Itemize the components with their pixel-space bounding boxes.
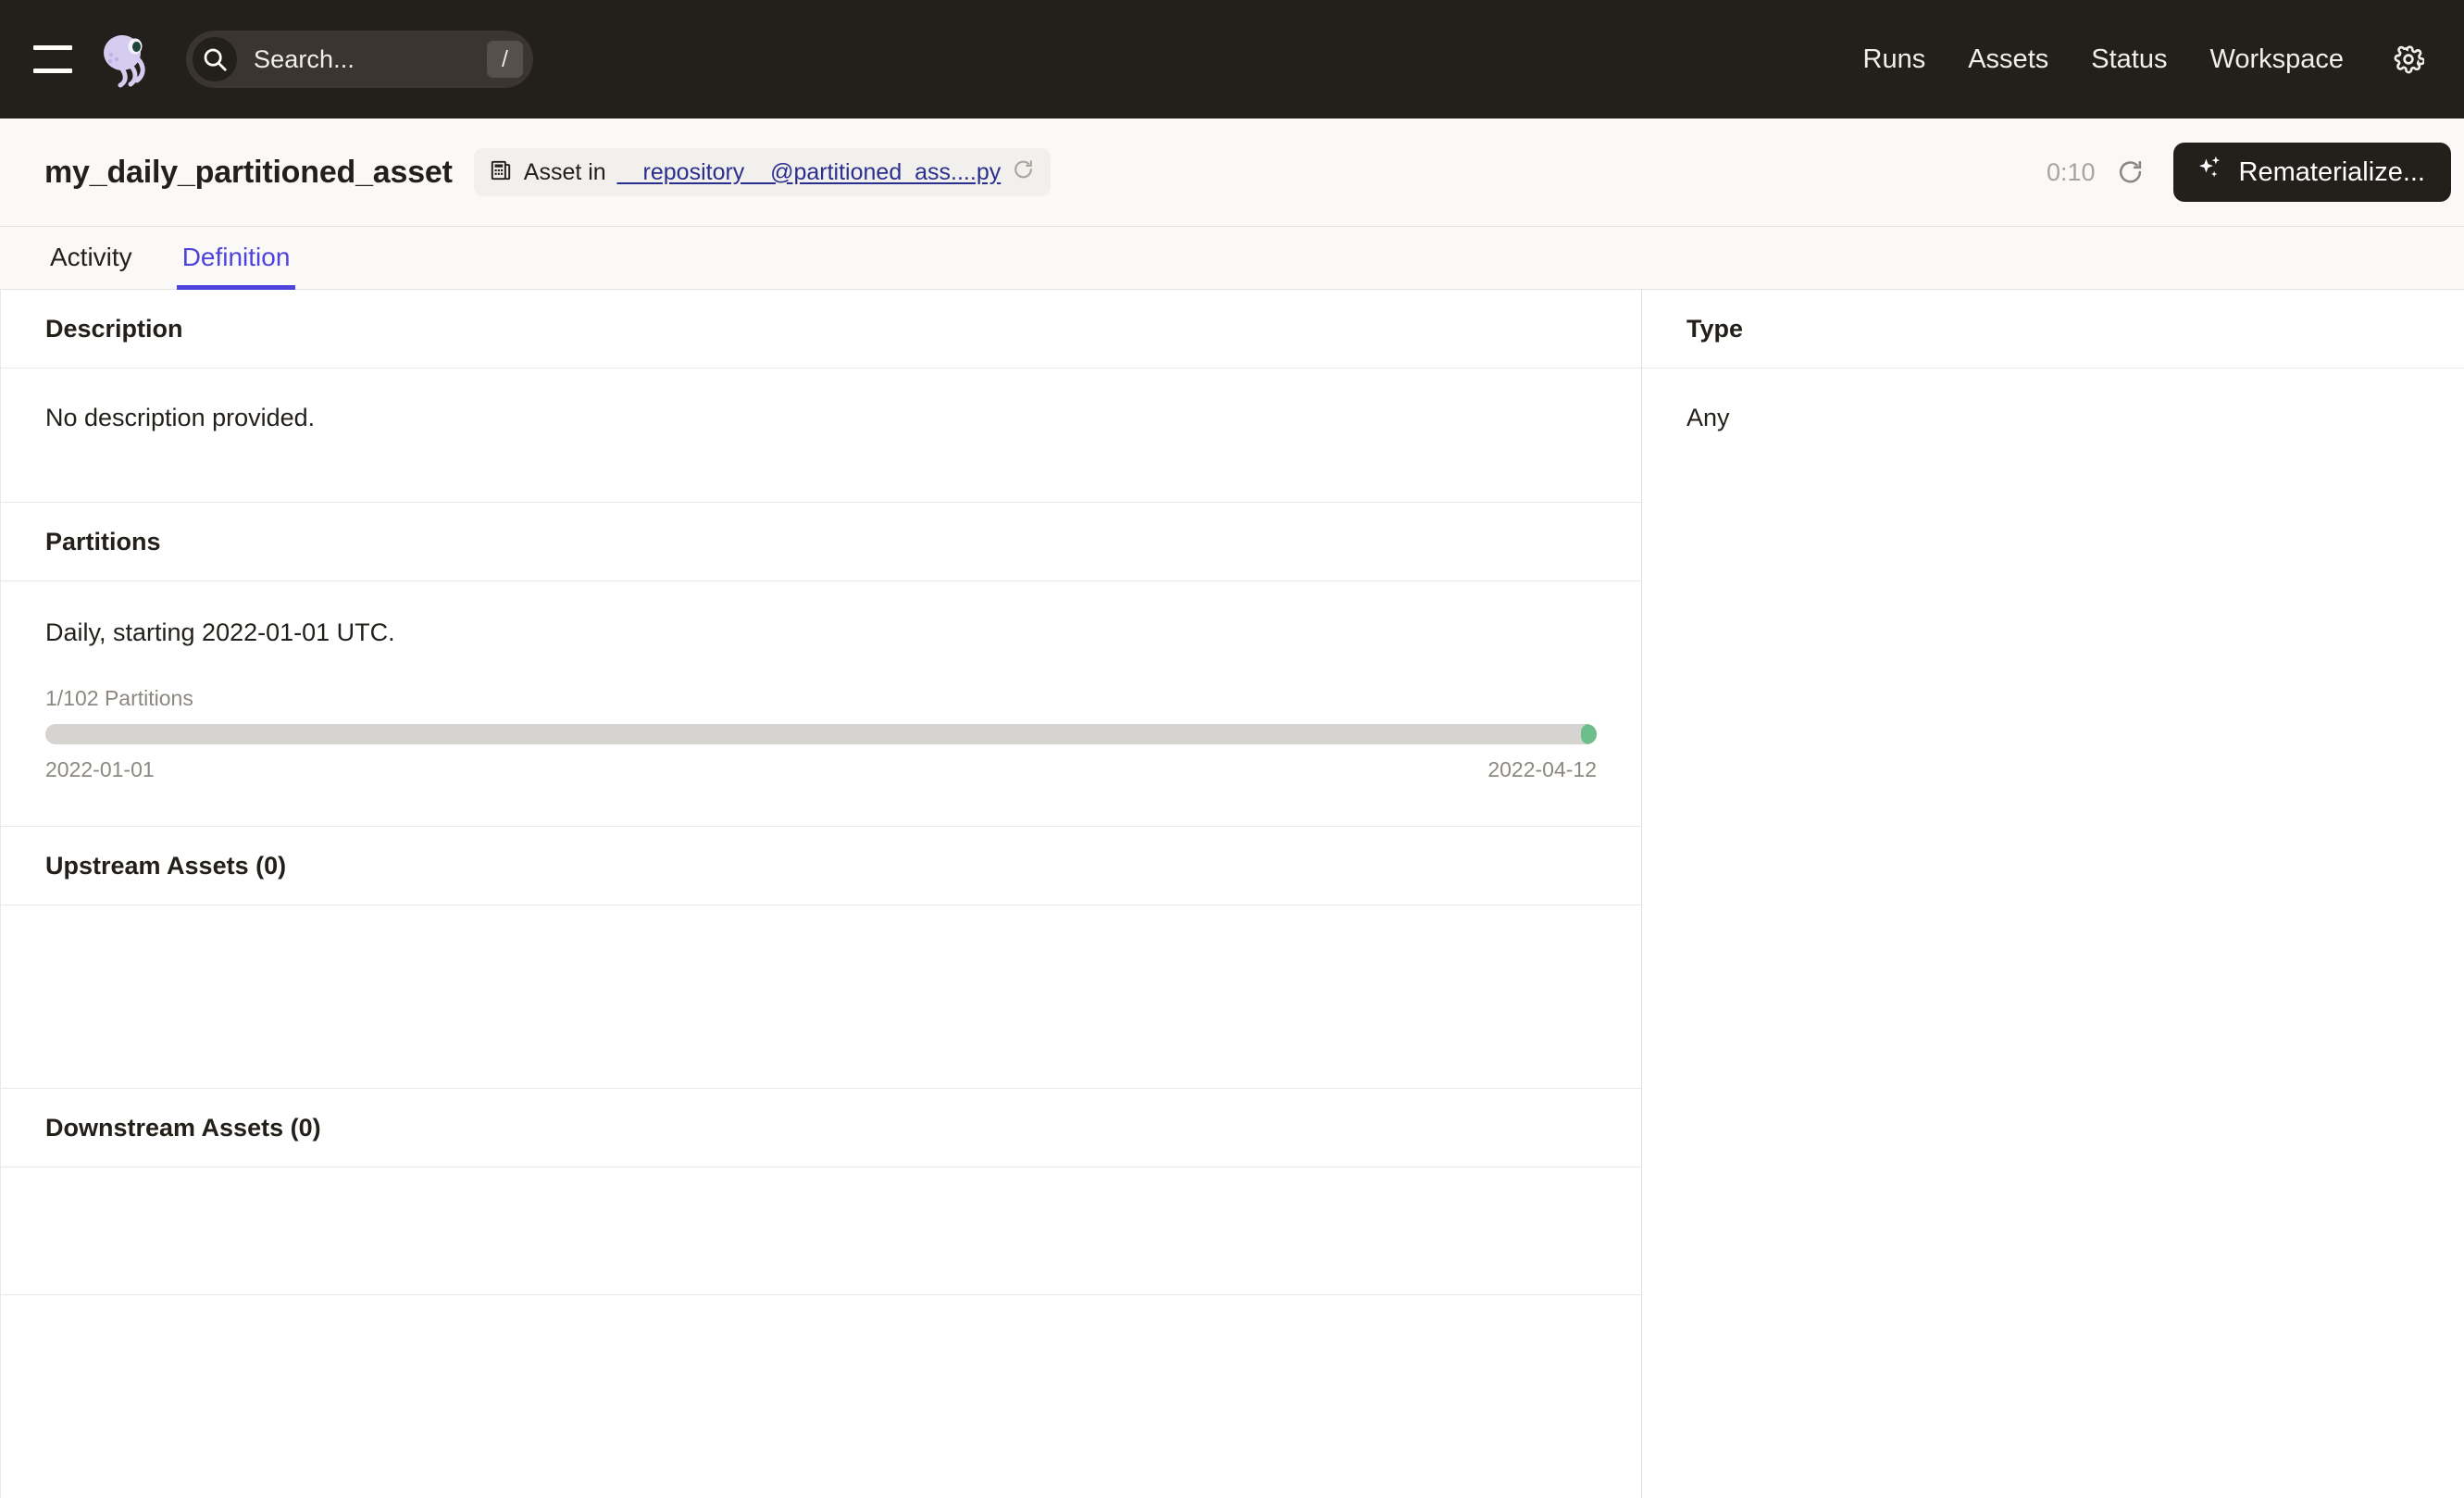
search-icon [193, 37, 237, 81]
search-input[interactable]: Search... [237, 45, 487, 74]
upstream-assets-heading: Upstream Assets (0) [45, 852, 286, 880]
partitions-section-header: Partitions [1, 503, 1641, 581]
asset-grid-icon [489, 158, 513, 187]
partitions-progress-bar[interactable] [45, 724, 1597, 744]
asset-chip-prefix: Asset in [524, 159, 606, 186]
top-navigation-bar: Search... / Runs Assets Status Workspace [0, 0, 2464, 119]
type-value: Any [1686, 404, 2464, 432]
partitions-schedule-text: Daily, starting 2022-01-01 UTC. [45, 618, 1597, 647]
definition-content: Description No description provided. Par… [0, 290, 2464, 1498]
downstream-assets-section-header: Downstream Assets (0) [1, 1089, 1641, 1167]
partitions-heading: Partitions [45, 528, 161, 556]
definition-sidebar-column: Type Any [1642, 290, 2464, 1498]
rematerialize-button-label: Rematerialize... [2239, 157, 2425, 188]
top-nav-links: Runs Assets Status Workspace [1842, 39, 2429, 80]
page-header-actions: 0:10 Rematerialize... [2047, 143, 2451, 202]
rematerialize-button[interactable]: Rematerialize... [2173, 143, 2451, 202]
asset-chip-repository-link[interactable]: __repository__@partitioned_ass....py [617, 159, 1002, 186]
upstream-assets-section-body [1, 905, 1641, 1089]
hamburger-bar [33, 69, 72, 73]
asset-repository-chip[interactable]: Asset in __repository__@partitioned_ass.… [474, 148, 1051, 196]
upstream-assets-section-header: Upstream Assets (0) [1, 827, 1641, 905]
nav-link-runs[interactable]: Runs [1842, 44, 1948, 75]
page-refresh-icon[interactable] [2112, 154, 2149, 191]
nav-link-assets[interactable]: Assets [1947, 44, 2070, 75]
partitions-section-body: Daily, starting 2022-01-01 UTC. 1/102 Pa… [1, 581, 1641, 827]
hamburger-bar [33, 45, 72, 50]
dagster-logo-icon[interactable] [98, 31, 156, 88]
global-search-box[interactable]: Search... / [186, 31, 533, 88]
type-section-header: Type [1642, 290, 2464, 368]
partitions-progress-fill [1581, 724, 1597, 744]
description-heading: Description [45, 315, 183, 343]
type-section-body: Any [1642, 368, 2464, 503]
downstream-assets-section-body [1, 1167, 1641, 1295]
hamburger-menu-icon[interactable] [33, 45, 72, 73]
refresh-timer: 0:10 [2047, 158, 2096, 187]
partitions-start-date: 2022-01-01 [45, 757, 155, 782]
nav-link-status[interactable]: Status [2070, 44, 2188, 75]
partitions-count-label: 1/102 Partitions [45, 686, 1597, 711]
gear-icon[interactable] [2388, 39, 2429, 80]
description-section-body: No description provided. [1, 368, 1641, 503]
nav-link-workspace[interactable]: Workspace [2188, 44, 2365, 75]
tab-definition[interactable]: Definition [177, 243, 296, 289]
page-title: my_daily_partitioned_asset [44, 155, 453, 191]
tab-activity[interactable]: Activity [44, 243, 138, 289]
type-heading: Type [1686, 315, 1743, 343]
definition-main-column: Description No description provided. Par… [0, 290, 1642, 1498]
partitions-end-date: 2022-04-12 [1487, 757, 1597, 782]
description-section-header: Description [1, 290, 1641, 368]
refresh-icon[interactable] [1012, 158, 1035, 186]
downstream-assets-heading: Downstream Assets (0) [45, 1114, 321, 1142]
tab-bar: Activity Definition [0, 227, 2464, 290]
partitions-date-range: 2022-01-01 2022-04-12 [45, 757, 1597, 782]
description-text: No description provided. [45, 404, 1597, 432]
sparkles-icon [2196, 154, 2225, 191]
page-header: my_daily_partitioned_asset Asset in __re… [0, 119, 2464, 227]
search-shortcut-key: / [487, 41, 523, 78]
